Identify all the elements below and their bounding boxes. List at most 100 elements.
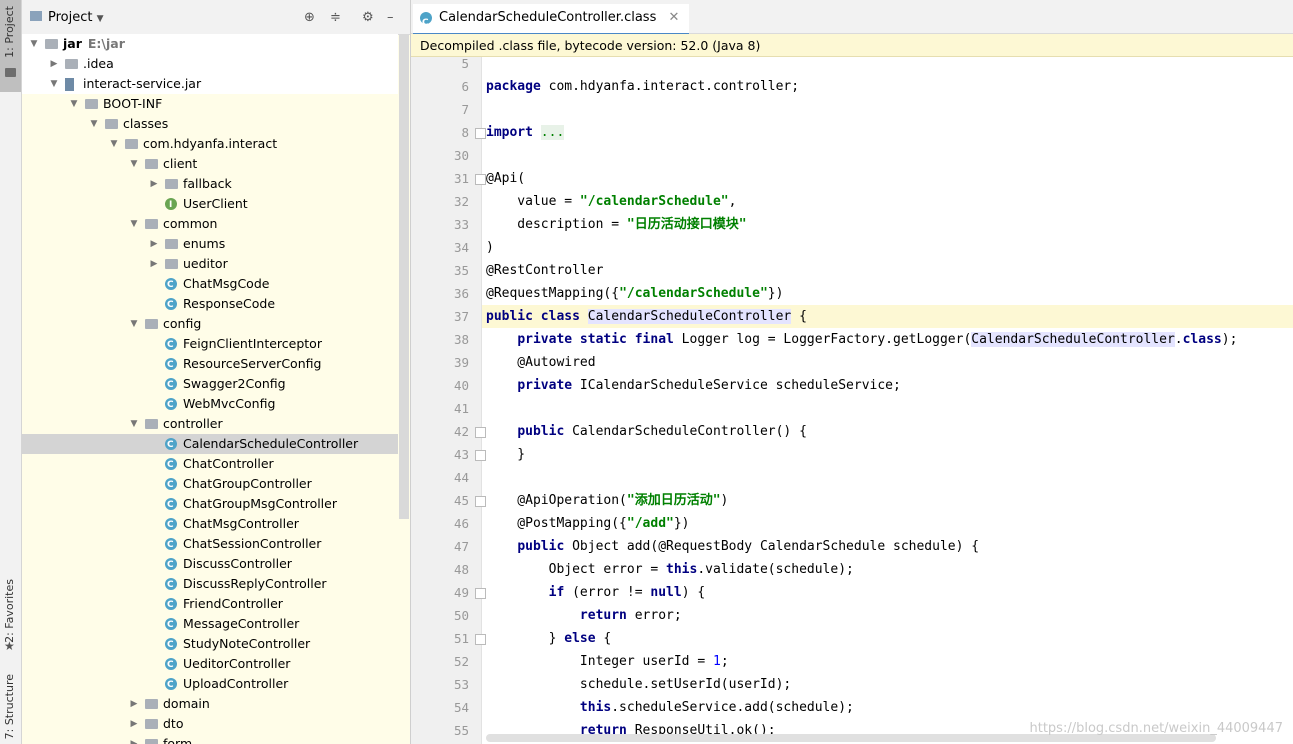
code-line[interactable]: @Autowired bbox=[486, 351, 1286, 374]
tree-item[interactable]: UeditorController bbox=[22, 654, 398, 675]
locate-icon[interactable]: ⊕ bbox=[304, 10, 315, 25]
class-icon bbox=[165, 295, 177, 315]
code-line[interactable]: public class CalendarScheduleController … bbox=[486, 305, 1286, 328]
code-line[interactable]: import ... bbox=[486, 121, 1286, 144]
tree-scrollbar[interactable] bbox=[399, 34, 409, 519]
tree-item[interactable]: ChatSessionController bbox=[22, 534, 398, 555]
tree-item[interactable]: ▼ config bbox=[22, 314, 398, 334]
chevron-down-icon[interactable]: ▼ bbox=[89, 114, 99, 134]
code-line[interactable]: Integer userId = 1; bbox=[486, 650, 1286, 673]
tree-item[interactable]: ChatMsgCode bbox=[22, 274, 398, 295]
code-line[interactable]: schedule.setUserId(userId); bbox=[486, 673, 1286, 696]
tree-item[interactable]: ▼ common bbox=[22, 214, 398, 234]
tree-item[interactable]: ▶ enums bbox=[22, 234, 398, 254]
code-line[interactable]: public CalendarScheduleController() { bbox=[486, 420, 1286, 443]
chevron-down-icon[interactable]: ▼ bbox=[49, 74, 59, 94]
tree-item[interactable]: ▼ jar E:\jar bbox=[22, 34, 398, 54]
code-line[interactable]: private ICalendarScheduleService schedul… bbox=[486, 374, 1286, 397]
tree-item[interactable]: ▶ domain bbox=[22, 694, 398, 714]
tree-item[interactable]: FriendController bbox=[22, 594, 398, 615]
tree-item[interactable]: ChatGroupController bbox=[22, 474, 398, 495]
tree-item[interactable]: DiscussController bbox=[22, 554, 398, 575]
tree-item[interactable]: ▼ classes bbox=[22, 114, 398, 134]
tree-item[interactable]: DiscussReplyController bbox=[22, 574, 398, 595]
tree-item-text: interact-service.jar bbox=[83, 76, 202, 91]
tree-item[interactable]: MessageController bbox=[22, 614, 398, 635]
code-line[interactable]: @Api( bbox=[486, 167, 1286, 190]
tree-item[interactable]: ChatMsgController bbox=[22, 514, 398, 535]
code-line[interactable]: public Object add(@RequestBody CalendarS… bbox=[486, 535, 1286, 558]
editor-tab[interactable]: CalendarScheduleController.class ✕ bbox=[413, 4, 690, 37]
gear-icon[interactable]: ⚙ bbox=[362, 10, 374, 25]
tree-item[interactable]: ▼ com.hdyanfa.interact bbox=[22, 134, 398, 154]
code-line[interactable]: private static final Logger log = Logger… bbox=[486, 328, 1286, 351]
project-view-selector[interactable]: Project ▼ bbox=[48, 10, 104, 25]
tree-item[interactable]: ▶ .idea bbox=[22, 54, 398, 74]
code-line[interactable]: value = "/calendarSchedule", bbox=[486, 190, 1286, 213]
tree-item[interactable]: ResourceServerConfig bbox=[22, 354, 398, 375]
chevron-down-icon[interactable]: ▼ bbox=[129, 154, 139, 174]
tree-item[interactable]: ▼ interact-service.jar bbox=[22, 74, 398, 94]
tree-item[interactable]: ▶ form bbox=[22, 734, 398, 744]
tree-item[interactable]: ResponseCode bbox=[22, 294, 398, 315]
code-line[interactable]: } bbox=[486, 443, 1286, 466]
tree-item[interactable]: CalendarScheduleController bbox=[22, 434, 398, 455]
project-tool-tab[interactable]: 1: Project bbox=[0, 0, 21, 92]
chevron-right-icon[interactable]: ▶ bbox=[149, 234, 159, 254]
chevron-right-icon[interactable]: ▶ bbox=[149, 174, 159, 194]
code-line[interactable]: @ApiOperation("添加日历活动") bbox=[486, 489, 1286, 512]
structure-tool-tab[interactable]: 7: Structure bbox=[0, 670, 21, 740]
tree-item[interactable]: ChatGroupMsgController bbox=[22, 494, 398, 515]
tree-item-text: .idea bbox=[83, 56, 114, 71]
code-line[interactable]: @RestController bbox=[486, 259, 1286, 282]
tree-item[interactable]: StudyNoteController bbox=[22, 634, 398, 655]
chevron-down-icon[interactable]: ▼ bbox=[129, 314, 139, 334]
code-line[interactable]: this.scheduleService.add(schedule); bbox=[486, 696, 1286, 719]
tree-item[interactable]: ▼ controller bbox=[22, 414, 398, 434]
class-icon bbox=[165, 395, 177, 415]
tree-item[interactable]: ▼ BOOT-INF bbox=[22, 94, 398, 114]
tree-item[interactable]: UploadController bbox=[22, 674, 398, 695]
close-icon[interactable]: ✕ bbox=[669, 10, 680, 25]
code-line[interactable]: ) bbox=[486, 236, 1286, 259]
tree-item-text: com.hdyanfa.interact bbox=[143, 136, 278, 151]
class-icon bbox=[165, 575, 177, 595]
tree-item[interactable]: ▶ dto bbox=[22, 714, 398, 734]
tree-item-label: UserClient bbox=[183, 194, 248, 214]
collapse-all-icon[interactable]: ≑ bbox=[330, 10, 341, 25]
code-line[interactable]: return error; bbox=[486, 604, 1286, 627]
favorites-tool-tab[interactable]: 2: Favorites ★ bbox=[0, 575, 21, 655]
class-icon bbox=[165, 495, 177, 515]
chevron-down-icon[interactable]: ▼ bbox=[109, 134, 119, 154]
chevron-right-icon[interactable]: ▶ bbox=[129, 694, 139, 714]
chevron-right-icon[interactable]: ▶ bbox=[149, 254, 159, 274]
code-line[interactable]: @PostMapping({"/add"}) bbox=[486, 512, 1286, 535]
tree-item-label: form bbox=[163, 734, 192, 744]
tree-item[interactable]: ▼ client bbox=[22, 154, 398, 174]
chevron-right-icon[interactable]: ▶ bbox=[129, 734, 139, 744]
code-line[interactable]: @RequestMapping({"/calendarSchedule"}) bbox=[486, 282, 1286, 305]
chevron-down-icon[interactable]: ▼ bbox=[29, 34, 39, 54]
tree-item-text: form bbox=[163, 736, 193, 744]
code-line[interactable]: description = "日历活动接口模块" bbox=[486, 213, 1286, 236]
tree-item[interactable]: WebMvcConfig bbox=[22, 394, 398, 415]
code-line[interactable]: if (error != null) { bbox=[486, 581, 1286, 604]
tree-item[interactable]: FeignClientInterceptor bbox=[22, 334, 398, 355]
code-line[interactable]: Object error = this.validate(schedule); bbox=[486, 558, 1286, 581]
tree-item[interactable]: ChatController bbox=[22, 454, 398, 475]
code-line[interactable]: package com.hdyanfa.interact.controller; bbox=[486, 75, 1286, 98]
tree-item[interactable]: ▶ ueditor bbox=[22, 254, 398, 274]
hide-icon[interactable]: – bbox=[387, 10, 394, 25]
chevron-down-icon[interactable]: ▼ bbox=[129, 414, 139, 434]
tree-item[interactable]: UserClient bbox=[22, 194, 398, 215]
chevron-right-icon[interactable]: ▶ bbox=[129, 714, 139, 734]
tree-item[interactable]: ▶ fallback bbox=[22, 174, 398, 194]
tree-item-label: DiscussReplyController bbox=[183, 574, 327, 594]
folder-icon bbox=[145, 719, 158, 729]
chevron-down-icon[interactable]: ▼ bbox=[129, 214, 139, 234]
code-area[interactable]: package com.hdyanfa.interact.controller;… bbox=[411, 57, 1293, 744]
code-line[interactable]: } else { bbox=[486, 627, 1286, 650]
tree-item[interactable]: Swagger2Config bbox=[22, 374, 398, 395]
chevron-right-icon[interactable]: ▶ bbox=[49, 54, 59, 74]
chevron-down-icon[interactable]: ▼ bbox=[69, 94, 79, 114]
